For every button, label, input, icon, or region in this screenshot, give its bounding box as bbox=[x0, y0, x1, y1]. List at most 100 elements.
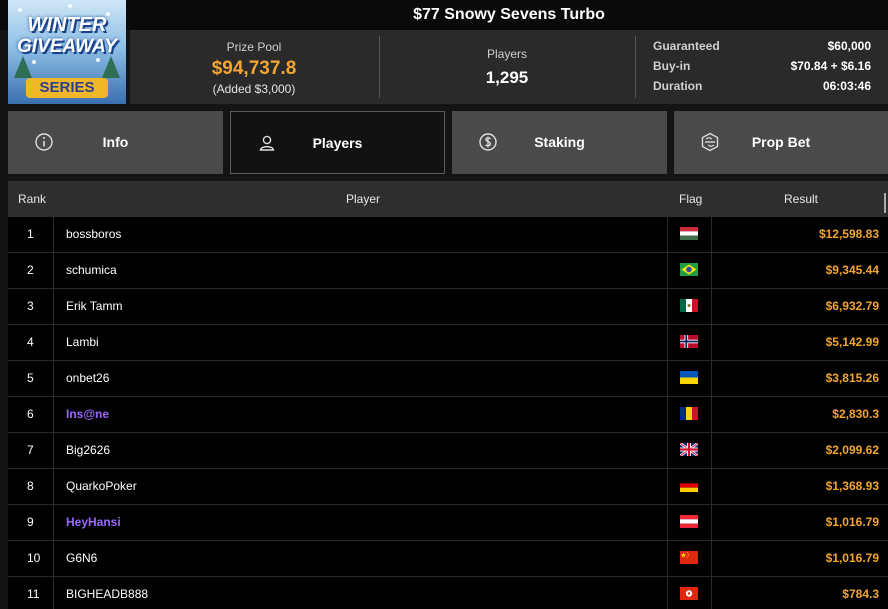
table-row[interactable]: 11 BIGHEADB888 $784.3 bbox=[8, 577, 888, 609]
player-name[interactable]: schumica bbox=[66, 253, 117, 288]
tree-icon bbox=[14, 56, 32, 78]
results-table-body: 1 bossboros $12,598.83 2 schumica $9,345… bbox=[8, 217, 888, 609]
tab-label: Prop Bet bbox=[751, 134, 811, 150]
tab-label: Staking bbox=[534, 134, 585, 150]
united-kingdom-flag-icon bbox=[680, 443, 698, 456]
results-table-header: Rank Player Flag Result bbox=[8, 181, 888, 217]
table-row[interactable]: 3 Erik Tamm $6,932.79 bbox=[8, 289, 888, 325]
prize-pool-value: $94,737.8 bbox=[211, 58, 297, 79]
table-row[interactable]: 1 bossboros $12,598.83 bbox=[8, 217, 888, 253]
table-row[interactable]: 2 schumica $9,345.44 bbox=[8, 253, 888, 289]
result-amount: $5,142.99 bbox=[825, 335, 879, 349]
rank-cell: 3 bbox=[8, 289, 54, 324]
austria-flag-icon bbox=[680, 515, 698, 528]
detail-label: Duration bbox=[653, 79, 703, 93]
table-row[interactable]: 7 Big2626 $2,099.62 bbox=[8, 433, 888, 469]
flag-cell bbox=[667, 289, 712, 324]
scrollbar-thumb[interactable] bbox=[884, 193, 886, 213]
prize-pool-added: (Added $3,000) bbox=[212, 82, 296, 96]
romania-flag-icon bbox=[680, 407, 698, 420]
tab-label: Players bbox=[312, 135, 363, 151]
flag-cell bbox=[667, 469, 712, 504]
flag-cell bbox=[667, 433, 712, 468]
detail-value: $70.84 + $6.16 bbox=[790, 59, 871, 73]
hungary-flag-icon bbox=[680, 227, 698, 240]
detail-duration: Duration 06:03:46 bbox=[653, 79, 871, 99]
column-result[interactable]: Result bbox=[784, 181, 818, 217]
flag-cell bbox=[667, 253, 712, 288]
player-name[interactable]: Ins@ne bbox=[66, 397, 109, 432]
flag-cell bbox=[667, 217, 712, 252]
tournament-title: $77 Snowy Sevens Turbo bbox=[413, 6, 605, 23]
china-flag-icon bbox=[680, 551, 698, 564]
detail-buy-in: Buy-in $70.84 + $6.16 bbox=[653, 59, 871, 79]
flag-cell bbox=[667, 325, 712, 360]
table-row[interactable]: 8 QuarkoPoker $1,368.93 bbox=[8, 469, 888, 505]
player-name[interactable]: HeyHansi bbox=[66, 505, 121, 540]
tab-bar: Info Players Staking Prop Bet bbox=[0, 111, 888, 174]
prize-pool: Prize Pool $94,737.8 (Added $3,000) bbox=[130, 30, 378, 104]
table-row[interactable]: 9 HeyHansi $1,016.79 bbox=[8, 505, 888, 541]
detail-value: 06:03:46 bbox=[822, 79, 871, 93]
result-amount: $6,932.79 bbox=[825, 299, 879, 313]
table-row[interactable]: 4 Lambi $5,142.99 bbox=[8, 325, 888, 361]
player-name[interactable]: Lambi bbox=[66, 325, 99, 360]
player-name[interactable]: Erik Tamm bbox=[66, 289, 122, 324]
germany-flag-icon bbox=[680, 479, 698, 492]
rank-cell: 6 bbox=[8, 397, 54, 432]
tree-icon bbox=[102, 56, 120, 78]
snowflake bbox=[32, 60, 36, 64]
snowflake bbox=[96, 58, 100, 62]
players-value: 1,295 bbox=[485, 68, 529, 87]
player-name[interactable]: onbet26 bbox=[66, 361, 109, 396]
tab-info[interactable]: Info bbox=[8, 111, 223, 174]
tab-staking[interactable]: Staking bbox=[452, 111, 667, 174]
table-row[interactable]: 5 onbet26 $3,815.26 bbox=[8, 361, 888, 397]
table-row[interactable]: 6 Ins@ne $2,830.3 bbox=[8, 397, 888, 433]
tournament-stats: Prize Pool $94,737.8 (Added $3,000) Play… bbox=[130, 30, 888, 104]
detail-label: Buy-in bbox=[653, 59, 691, 73]
tab-players[interactable]: Players bbox=[230, 111, 445, 174]
rank-cell: 10 bbox=[8, 541, 54, 576]
logo-line-1: WINTER bbox=[27, 14, 107, 36]
result-amount: $9,345.44 bbox=[825, 263, 879, 277]
column-rank[interactable]: Rank bbox=[18, 181, 46, 217]
result-amount: $12,598.83 bbox=[818, 227, 879, 241]
rank-cell: 11 bbox=[8, 577, 54, 609]
rank-cell: 8 bbox=[8, 469, 54, 504]
flag-cell bbox=[667, 541, 712, 576]
rank-cell: 7 bbox=[8, 433, 54, 468]
detail-guaranteed: Guaranteed $60,000 bbox=[653, 39, 871, 59]
brazil-flag-icon bbox=[680, 263, 698, 276]
player-name[interactable]: Big2626 bbox=[66, 433, 110, 468]
players-count: Players 1,295 bbox=[380, 30, 634, 104]
result-amount: $784.3 bbox=[842, 587, 879, 601]
detail-value: $60,000 bbox=[827, 39, 871, 53]
column-player[interactable]: Player bbox=[346, 181, 380, 217]
tournament-details: Guaranteed $60,000 Buy-in $70.84 + $6.16… bbox=[653, 39, 871, 99]
players-label: Players bbox=[486, 47, 527, 61]
column-flag[interactable]: Flag bbox=[679, 181, 702, 217]
rank-cell: 4 bbox=[8, 325, 54, 360]
detail-label: Guaranteed bbox=[653, 39, 720, 53]
rank-cell: 2 bbox=[8, 253, 54, 288]
tab-label: Info bbox=[102, 134, 129, 150]
player-name[interactable]: BIGHEADB888 bbox=[66, 577, 148, 609]
player-name[interactable]: QuarkoPoker bbox=[66, 469, 137, 504]
player-name[interactable]: G6N6 bbox=[66, 541, 97, 576]
tab-prop-bet[interactable]: Prop Bet bbox=[674, 111, 888, 174]
result-amount: $2,099.62 bbox=[825, 443, 879, 457]
hong-kong-flag-icon bbox=[680, 587, 698, 600]
result-amount: $1,368.93 bbox=[825, 479, 879, 493]
flag-cell bbox=[667, 505, 712, 540]
flag-cell bbox=[667, 361, 712, 396]
logo-line-3: SERIES bbox=[26, 78, 108, 98]
table-row[interactable]: 10 G6N6 $1,016.79 bbox=[8, 541, 888, 577]
player-name[interactable]: bossboros bbox=[66, 217, 121, 252]
norway-flag-icon bbox=[680, 335, 698, 348]
mexico-flag-icon bbox=[680, 299, 698, 312]
ukraine-flag-icon bbox=[680, 371, 698, 384]
rank-cell: 1 bbox=[8, 217, 54, 252]
flag-cell bbox=[667, 577, 712, 609]
result-amount: $1,016.79 bbox=[825, 551, 879, 565]
